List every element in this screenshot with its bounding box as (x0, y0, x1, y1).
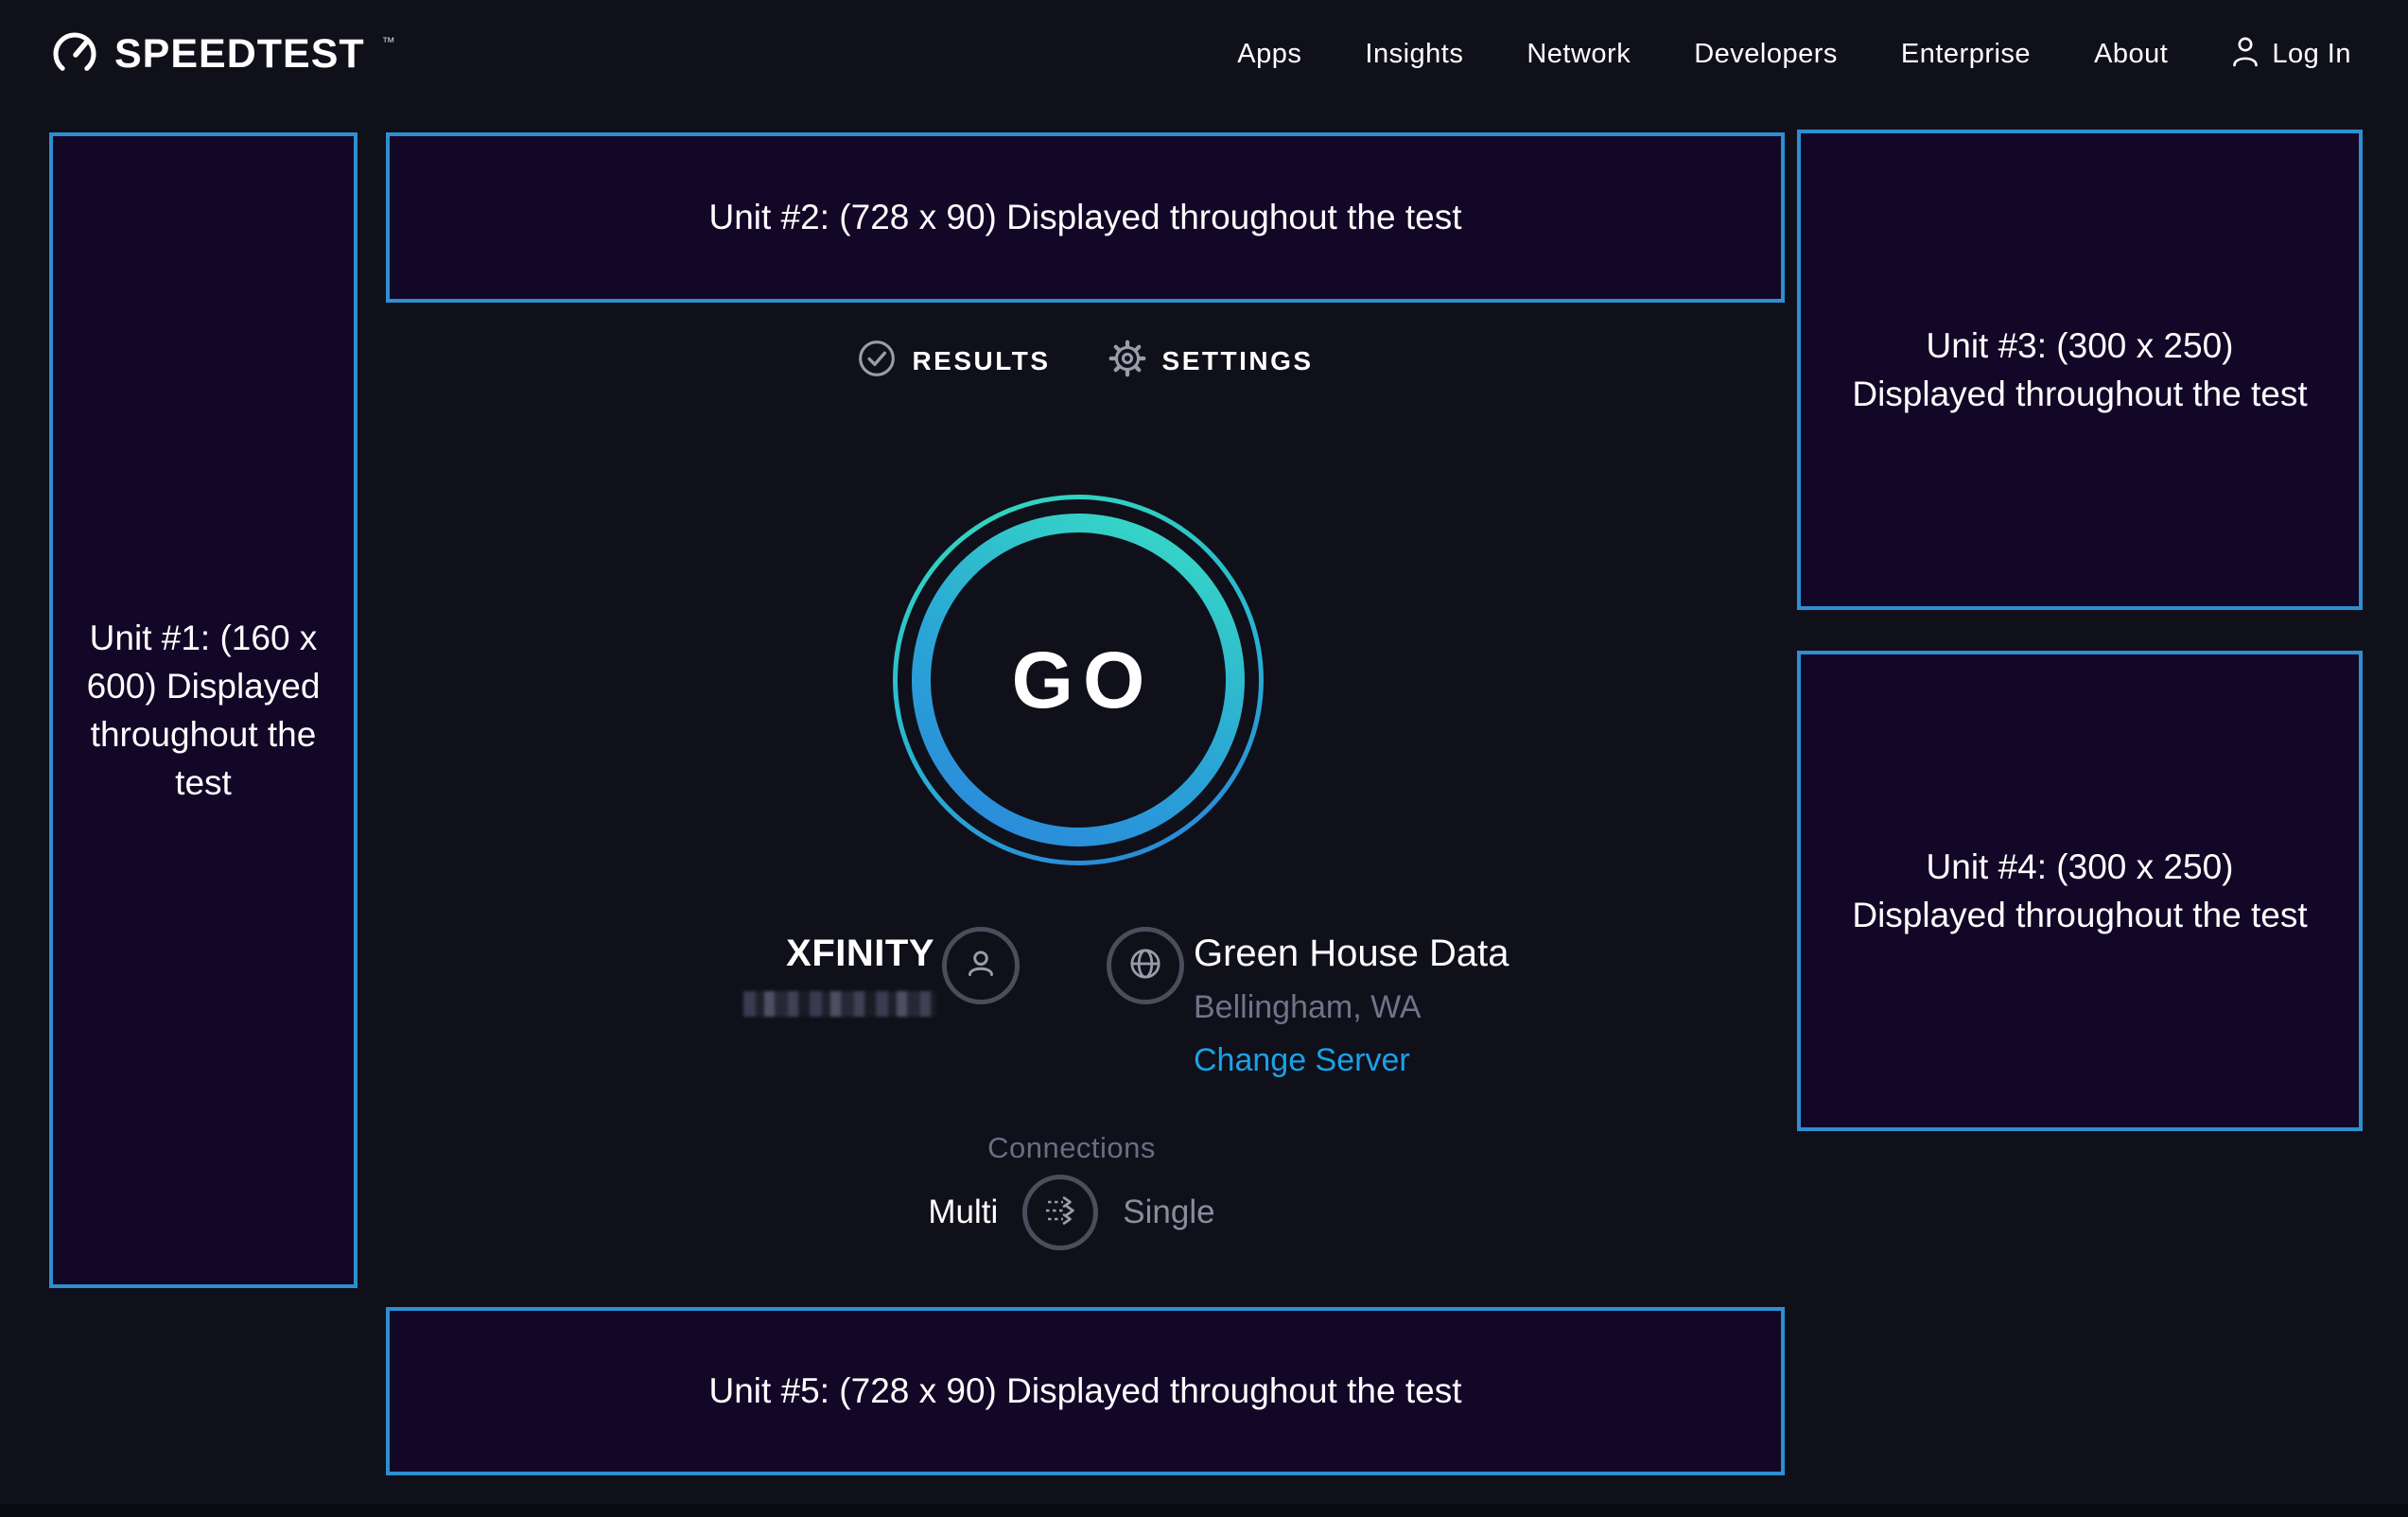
connections-option-single[interactable]: Single (1123, 1194, 1214, 1231)
globe-icon (1125, 944, 1165, 988)
nav-item-enterprise[interactable]: Enterprise (1901, 39, 2031, 70)
tab-settings[interactable]: SETTINGS (1108, 339, 1314, 383)
isp-ip-obscured (743, 991, 936, 1017)
person-icon (961, 944, 1001, 988)
server-location: Bellingham, WA (1194, 989, 1509, 1026)
ad-unit-4-text: Unit #4: (300 x 250) Displayed throughou… (1847, 843, 2312, 939)
ad-unit-5-leaderboard[interactable]: Unit #5: (728 x 90) Displayed throughout… (386, 1307, 1785, 1475)
nav-item-about[interactable]: About (2094, 39, 2168, 70)
login-button[interactable]: Log In (2231, 36, 2351, 73)
nav-menu: Apps Insights Network Developers Enterpr… (1237, 36, 2351, 73)
ad-unit-3-text: Unit #3: (300 x 250) Displayed throughou… (1847, 322, 2312, 418)
top-nav: SPEEDTEST ™ Apps Insights Network Develo… (0, 0, 2408, 109)
ad-unit-4-rectangle[interactable]: Unit #4: (300 x 250) Displayed throughou… (1797, 651, 2363, 1131)
multi-arrows-icon (1039, 1190, 1081, 1236)
check-circle-icon (857, 339, 897, 383)
go-button-label: GO (1003, 635, 1155, 726)
ad-unit-3-rectangle[interactable]: Unit #3: (300 x 250) Displayed throughou… (1797, 130, 2363, 610)
logo-wordmark: SPEEDTEST (114, 34, 365, 75)
ad-unit-2-leaderboard[interactable]: Unit #2: (728 x 90) Displayed throughout… (386, 132, 1785, 303)
tab-settings-label: SETTINGS (1162, 346, 1314, 376)
connections-option-multi[interactable]: Multi (928, 1194, 998, 1231)
server-info: Green House Data Bellingham, WA Change S… (1194, 933, 1509, 1079)
nav-item-network[interactable]: Network (1527, 39, 1631, 70)
footer-strip (0, 1504, 2408, 1517)
ad-unit-1-text: Unit #1: (160 x 600) Displayed throughou… (75, 614, 332, 807)
user-icon (2231, 36, 2260, 73)
trademark-mark: ™ (382, 34, 395, 49)
go-button-inner-ring: GO (912, 514, 1245, 846)
ad-unit-2-text: Unit #2: (728 x 90) Displayed throughout… (709, 193, 1462, 241)
ad-unit-5-text: Unit #5: (728 x 90) Displayed throughout… (709, 1367, 1462, 1415)
server-avatar (1107, 927, 1184, 1004)
connections-label: Connections (386, 1131, 1757, 1165)
go-button[interactable]: GO (893, 495, 1264, 865)
connections-toggle: Multi Single (386, 1175, 1757, 1250)
results-settings-tabs: RESULTS (386, 339, 1785, 383)
nav-item-insights[interactable]: Insights (1365, 39, 1463, 70)
gauge-logo-icon (50, 25, 99, 84)
ad-unit-1-skyscraper[interactable]: Unit #1: (160 x 600) Displayed throughou… (49, 132, 358, 1288)
gear-icon (1108, 339, 1147, 383)
connections-toggle-button[interactable] (1022, 1175, 1098, 1250)
nav-item-apps[interactable]: Apps (1237, 39, 1301, 70)
tab-results[interactable]: RESULTS (857, 339, 1050, 383)
speedtest-logo[interactable]: SPEEDTEST ™ (50, 25, 393, 84)
isp-name[interactable]: XFINITY (662, 933, 934, 975)
change-server-link[interactable]: Change Server (1194, 1042, 1509, 1079)
login-label: Log In (2272, 39, 2351, 70)
isp-avatar (942, 927, 1020, 1004)
tab-results-label: RESULTS (912, 346, 1050, 376)
speedtest-page: SPEEDTEST ™ Apps Insights Network Develo… (0, 0, 2408, 1517)
nav-item-developers[interactable]: Developers (1694, 39, 1838, 70)
server-name[interactable]: Green House Data (1194, 933, 1509, 975)
